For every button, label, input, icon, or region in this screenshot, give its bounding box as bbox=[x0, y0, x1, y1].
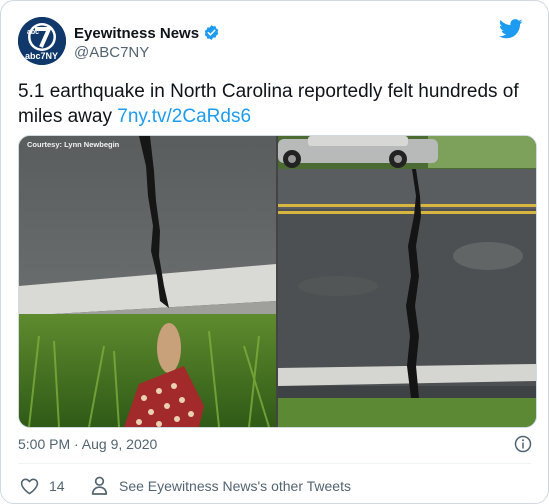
twitter-bird-icon[interactable] bbox=[499, 19, 523, 39]
author-handle[interactable]: @ABC7NY bbox=[74, 44, 149, 61]
verified-badge-icon bbox=[204, 25, 219, 40]
tweet-text: 5.1 earthquake in North Carolina reporte… bbox=[18, 79, 533, 129]
author-name-text[interactable]: Eyewitness News bbox=[74, 25, 199, 42]
photo-credit: Courtesy: Lynn Newbegin bbox=[27, 140, 120, 149]
like-count[interactable]: 14 bbox=[49, 478, 65, 494]
svg-text:abc: abc bbox=[27, 29, 39, 36]
abc7-logo-icon: abc abc7NY bbox=[18, 17, 66, 65]
user-icon bbox=[91, 476, 108, 495]
crack-across-road-photo bbox=[278, 136, 536, 427]
author-name[interactable]: Eyewitness News bbox=[74, 24, 220, 42]
crack-in-asphalt-photo bbox=[19, 136, 276, 427]
tweet-timestamp[interactable]: 5:00 PM · Aug 9, 2020 bbox=[18, 436, 157, 452]
tweet-card: abc abc7NY Eyewitness News @ABC7NY 5.1 e… bbox=[0, 0, 549, 504]
footer-divider bbox=[18, 463, 531, 464]
info-icon[interactable] bbox=[514, 435, 532, 453]
tweet-link[interactable]: 7ny.tv/2CaRds6 bbox=[117, 106, 251, 127]
avatar-logo-text: abc7NY bbox=[25, 51, 58, 61]
photo-right[interactable] bbox=[278, 136, 536, 427]
other-tweets-link[interactable]: See Eyewitness News's other Tweets bbox=[119, 478, 351, 494]
tweet-media[interactable]: Courtesy: Lynn Newbegin bbox=[18, 135, 537, 428]
heart-icon[interactable] bbox=[20, 477, 39, 495]
tweet-body: 5.1 earthquake in North Carolina reporte… bbox=[18, 81, 519, 127]
photo-left[interactable]: Courtesy: Lynn Newbegin bbox=[19, 136, 276, 427]
author-avatar[interactable]: abc abc7NY bbox=[18, 17, 66, 65]
